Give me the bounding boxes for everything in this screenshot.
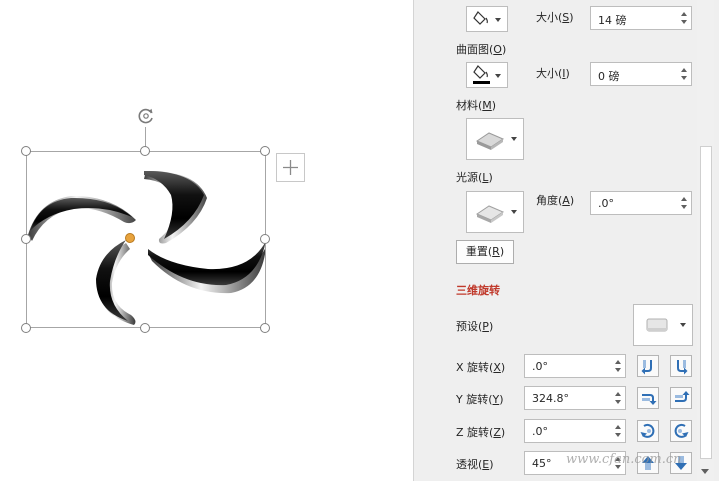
rotate-right-icon	[677, 360, 688, 375]
spin-up-icon[interactable]	[681, 197, 687, 201]
angle-input[interactable]: .0°	[590, 191, 692, 215]
z-rotation-label: Z 旋转(Z)	[456, 426, 506, 439]
chevron-down-icon	[680, 323, 686, 327]
lighting-gallery-button[interactable]	[466, 191, 524, 233]
spin-down-icon[interactable]	[615, 400, 621, 404]
perspective-value: 45°	[532, 457, 552, 470]
resize-handle-bottom[interactable]	[140, 323, 150, 333]
angle-value: .0°	[598, 197, 614, 210]
rotate-ccw-icon	[640, 423, 655, 438]
paint-bucket-icon	[473, 11, 488, 25]
light-rig-icon	[475, 205, 505, 223]
slide-canvas[interactable]	[0, 0, 413, 481]
resize-handle-left[interactable]	[21, 234, 31, 244]
preset-3d-icon	[646, 318, 668, 332]
bevel-material-icon	[475, 132, 505, 150]
depth-size-value: 14 磅	[598, 14, 627, 27]
chevron-down-icon	[511, 137, 517, 141]
spin-up-icon[interactable]	[681, 12, 687, 16]
x-rotation-label: X 旋转(X)	[456, 361, 506, 374]
scrollbar-thumb[interactable]	[700, 146, 712, 459]
spin-down-icon[interactable]	[681, 76, 687, 80]
resize-handle-top-right[interactable]	[260, 146, 270, 156]
depth-color-button[interactable]	[466, 6, 508, 32]
spin-up-icon[interactable]	[615, 392, 621, 396]
chevron-down-icon	[511, 210, 517, 214]
rotate-down-icon	[675, 391, 690, 402]
resize-handle-bottom-left[interactable]	[21, 323, 31, 333]
shape-adjust-handle[interactable]	[125, 233, 135, 243]
depth-size-input[interactable]: 14 磅	[590, 6, 692, 30]
spin-up-icon[interactable]	[681, 68, 687, 72]
resize-handle-bottom-right[interactable]	[260, 323, 270, 333]
layout-options-icon	[283, 160, 298, 175]
resize-handle-right[interactable]	[260, 234, 270, 244]
rotate-up-icon	[642, 394, 657, 405]
rotate-right-button[interactable]	[670, 355, 692, 377]
chevron-down-icon	[495, 74, 501, 78]
watermark: www.cfan.com.cn	[566, 452, 682, 467]
spin-up-icon[interactable]	[615, 425, 621, 429]
material-label: 材料(M)	[456, 99, 497, 112]
y-rotation-value: 324.8°	[532, 392, 569, 405]
z-rotation-input[interactable]: .0°	[524, 419, 626, 443]
material-gallery-button[interactable]	[466, 118, 524, 160]
y-rotation-label: Y 旋转(Y)	[456, 393, 504, 406]
contour-color-button[interactable]	[466, 62, 508, 88]
spin-up-icon[interactable]	[615, 360, 621, 364]
spin-down-icon[interactable]	[681, 205, 687, 209]
chevron-down-icon	[495, 18, 501, 22]
reset-button[interactable]: 重置(R)	[456, 240, 514, 264]
scroll-down-arrow-icon[interactable]	[701, 469, 709, 474]
paint-bucket-icon	[473, 65, 490, 84]
rotate-cw-button[interactable]	[670, 420, 692, 442]
y-rotation-input[interactable]: 324.8°	[524, 386, 626, 410]
preset-label: 预设(P)	[456, 320, 494, 333]
resize-handle-top-left[interactable]	[21, 146, 31, 156]
layout-options-button[interactable]	[276, 153, 305, 182]
contour-size-label: 大小(I)	[536, 67, 570, 80]
rotate-left-button[interactable]	[637, 355, 659, 377]
angle-label: 角度(A)	[536, 194, 575, 207]
resize-handle-top[interactable]	[140, 146, 150, 156]
z-rotation-value: .0°	[532, 425, 548, 438]
spin-down-icon[interactable]	[615, 368, 621, 372]
rotate-up-button[interactable]	[637, 387, 659, 409]
depth-size-label: 大小(S)	[536, 11, 574, 24]
x-rotation-value: .0°	[532, 360, 548, 373]
contour-size-input[interactable]: 0 磅	[590, 62, 692, 86]
lighting-label: 光源(L)	[456, 171, 493, 184]
rotate-down-button[interactable]	[670, 387, 692, 409]
contour-label: 曲面图(O)	[456, 43, 507, 56]
contour-size-value: 0 磅	[598, 70, 620, 83]
rotate-left-icon	[641, 360, 652, 375]
preset-gallery-button[interactable]	[633, 304, 693, 346]
3d-rotation-section-title[interactable]: 三维旋转	[456, 282, 500, 298]
spin-down-icon[interactable]	[681, 20, 687, 24]
x-rotation-input[interactable]: .0°	[524, 354, 626, 378]
rotate-ccw-button[interactable]	[637, 420, 659, 442]
shape-selection-frame	[26, 151, 266, 328]
perspective-label: 透视(E)	[456, 458, 494, 471]
spin-down-icon[interactable]	[615, 433, 621, 437]
rotate-cw-icon	[674, 423, 689, 438]
rotate-handle-icon[interactable]	[136, 106, 156, 126]
